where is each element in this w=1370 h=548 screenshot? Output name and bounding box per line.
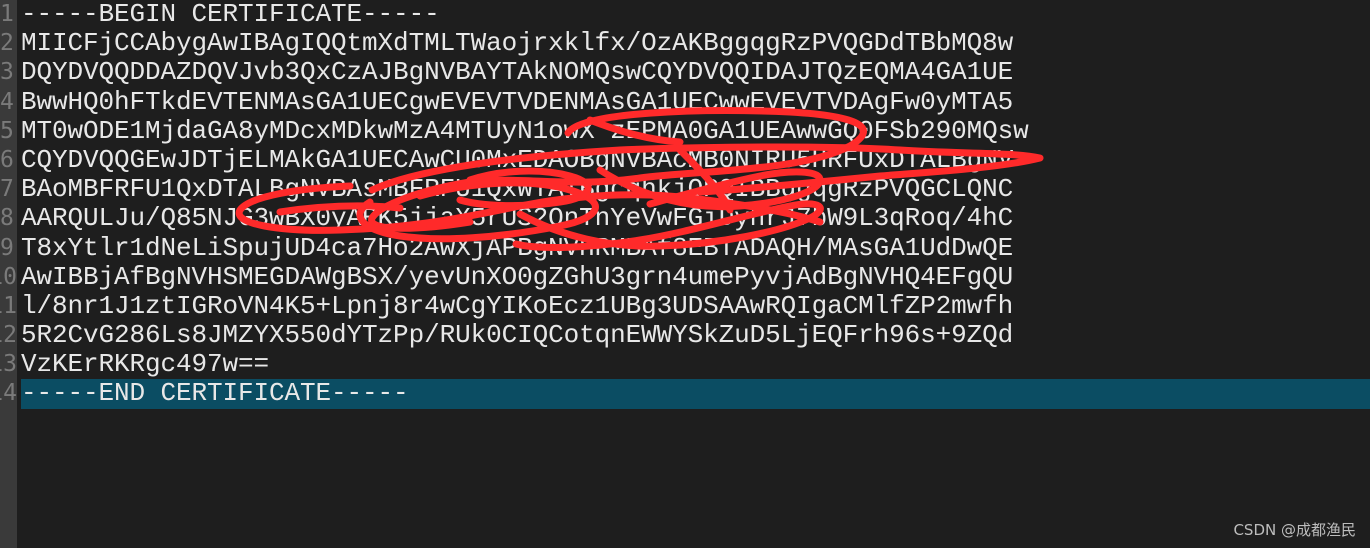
line-number: 10 [0,263,17,290]
line-number: 14 [0,380,17,407]
line-number: 11 [0,292,17,319]
line-text[interactable]: BAoMBFRFU1QxDTALBgNVBAsMBFRFU1QxWTATBgcq… [21,174,1013,204]
line-text[interactable]: -----BEGIN CERTIFICATE----- [21,0,440,29]
line-number: 6 [0,146,14,173]
editor-line[interactable]: 2 MIICFjCCAbygAwIBAgIQQtmXdTMLTWaojrxklf… [0,28,1370,58]
editor-line-current[interactable]: 14 -----END CERTIFICATE----- [0,379,1370,409]
editor-line[interactable]: 4 BwwHQ0hFTkdEVTENMAsGA1UECgwEVEVTVDENMA… [0,87,1370,117]
line-text[interactable]: DQYDVQQDDAZDQVJvb3QxCzAJBgNVBAYTAkNOMQsw… [21,58,1013,87]
line-text[interactable]: BwwHQ0hFTkdEVTENMAsGA1UECgwEVEVTVDENMAsG… [21,87,1013,117]
editor-line[interactable]: 11 l/8nr1J1ztIGRoVN4K5+Lpnj8r4wCgYIKoEcz… [0,291,1370,321]
line-text[interactable]: AwIBBjAfBgNVHSMEGDAWgBSX/yevUnXO0gZGhU3g… [21,262,1013,292]
editor-line[interactable]: 9 T8xYtlr1dNeLiSpujUD4ca7Ho2AwXjAPBgNVHR… [0,233,1370,263]
line-text[interactable]: l/8nr1J1ztIGRoVN4K5+Lpnj8r4wCgYIKoEcz1UB… [21,291,1013,321]
line-text[interactable]: -----END CERTIFICATE----- [21,379,1370,409]
text-editor[interactable]: 1 -----BEGIN CERTIFICATE----- 2 MIICFjCC… [0,0,1370,548]
watermark: CSDN @成都渔民 [1233,521,1356,539]
line-text[interactable]: MIICFjCCAbygAwIBAgIQQtmXdTMLTWaojrxklfx/… [21,28,1013,58]
editor-line[interactable]: 5 MT0wODE1MjdaGA8yMDcxMDkwMzA4MTUyN1owX … [0,116,1370,146]
line-number: 3 [0,59,14,86]
line-number: 5 [0,117,14,144]
editor-line[interactable]: 12 5R2CvG286Ls8JMZYX550dYTzPp/RUk0CIQCot… [0,320,1370,350]
editor-line[interactable]: 10 AwIBBjAfBgNVHSMEGDAWgBSX/yevUnXO0gZGh… [0,262,1370,292]
line-text[interactable]: MT0wODE1MjdaGA8yMDcxMDkwMzA4MTUyN1owX zE… [21,116,1029,146]
line-number: 13 [0,351,17,378]
editor-line[interactable]: 3 DQYDVQQDDAZDQVJvb3QxCzAJBgNVBAYTAkNOMQ… [0,58,1370,87]
line-number: 12 [0,322,17,349]
line-text[interactable]: CQYDVQQGEwJDTjELMAkGA1UECAwCU0MxEDAOBgNV… [21,145,1013,175]
line-number: 4 [0,88,14,115]
editor-line[interactable]: 8 AARQULJu/Q85NJG3wBX0yARK5jjaX5rUS2QnTn… [0,204,1370,233]
line-text[interactable]: VzKErRKRgc497w== [21,350,269,379]
line-number: 7 [0,176,14,203]
line-number: 1 [0,1,14,27]
line-text[interactable]: T8xYtlr1dNeLiSpujUD4ca7Ho2AwXjAPBgNVHRMB… [21,233,1013,263]
editor-line[interactable]: 6 CQYDVQQGEwJDTjELMAkGA1UECAwCU0MxEDAOBg… [0,145,1370,175]
editor-line[interactable]: 1 -----BEGIN CERTIFICATE----- [0,0,1370,29]
line-number: 2 [0,30,14,57]
line-number: 9 [0,234,14,261]
editor-line[interactable]: 13 VzKErRKRgc497w== [0,350,1370,379]
editor-line[interactable]: 7 BAoMBFRFU1QxDTALBgNVBAsMBFRFU1QxWTATBg… [0,174,1370,204]
editor-lines[interactable]: 1 -----BEGIN CERTIFICATE----- 2 MIICFjCC… [0,0,1370,409]
line-text[interactable]: AARQULJu/Q85NJG3wBX0yARK5jjaX5rUS2QnTnYe… [21,204,1013,233]
line-text[interactable]: 5R2CvG286Ls8JMZYX550dYTzPp/RUk0CIQCotqnE… [21,320,1013,350]
line-number: 8 [0,205,14,232]
